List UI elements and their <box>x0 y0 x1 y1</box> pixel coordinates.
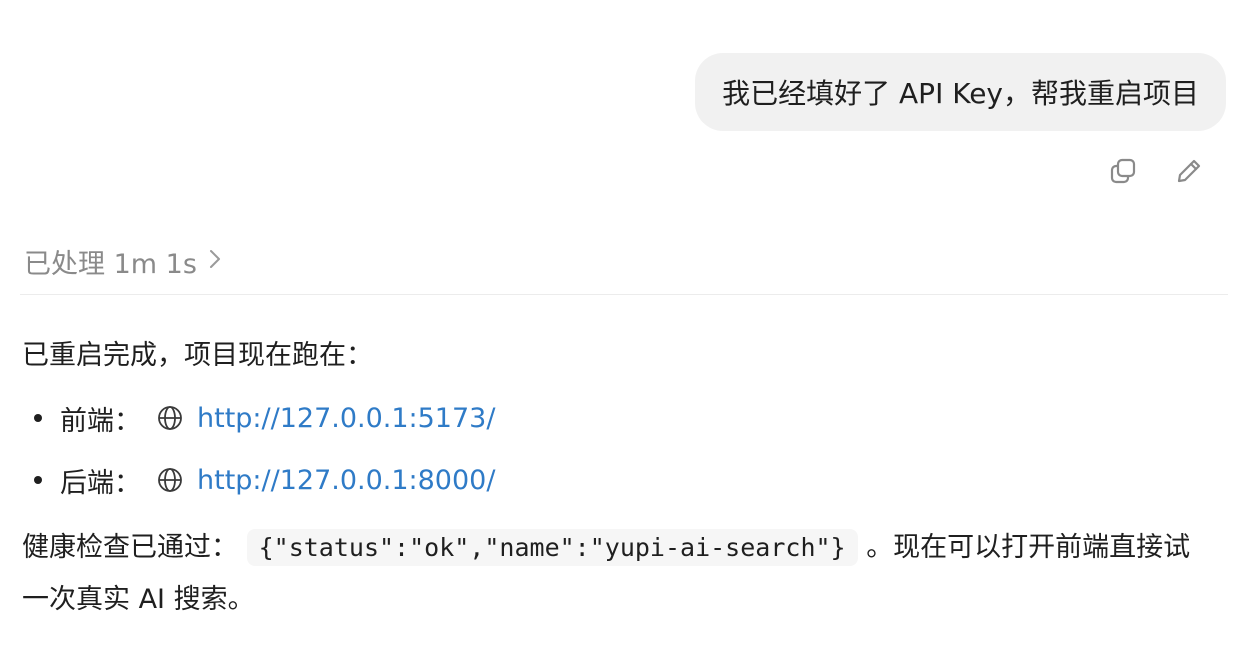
frontend-label: 前端： <box>60 405 141 437</box>
processed-toggle[interactable]: 已处理 1m 1s <box>24 242 223 281</box>
assistant-intro: 已重启完成，项目现在跑在： <box>22 340 373 371</box>
user-message-text: 我已经填好了 API Key，帮我重启项目 <box>722 77 1199 110</box>
bullet-dot <box>34 414 42 422</box>
globe-icon <box>157 467 183 493</box>
assistant-message: 已重启完成，项目现在跑在： 前端： http://127.0.0.1:5173/… <box>22 334 1222 626</box>
list-item: 后端： http://127.0.0.1:8000/ <box>22 458 1222 502</box>
user-message-bubble: 我已经填好了 API Key，帮我重启项目 <box>695 53 1226 131</box>
backend-label: 后端： <box>60 467 141 499</box>
frontend-link[interactable]: http://127.0.0.1:5173/ <box>197 403 495 434</box>
divider <box>20 294 1228 295</box>
health-code: {"status":"ok","name":"yupi-ai-search"} <box>246 529 858 566</box>
backend-link[interactable]: http://127.0.0.1:8000/ <box>197 465 495 496</box>
list-item: 前端： http://127.0.0.1:5173/ <box>22 396 1222 440</box>
edit-icon <box>1175 157 1203 185</box>
health-check-text: 健康检查已通过： {"status":"ok","name":"yupi-ai-… <box>22 522 1217 626</box>
copy-button[interactable] <box>1108 156 1138 186</box>
chevron-right-icon <box>207 246 223 277</box>
globe-icon <box>157 405 183 431</box>
copy-icon <box>1109 157 1137 185</box>
message-actions <box>1108 156 1204 186</box>
chat-page: 我已经填好了 API Key，帮我重启项目 已处理 1m 1s 已重启完成，项目… <box>0 0 1242 648</box>
bullet-dot <box>34 476 42 484</box>
edit-button[interactable] <box>1174 156 1204 186</box>
health-prefix: 健康检查已通过： <box>22 532 238 563</box>
processed-label: 已处理 1m 1s <box>24 249 197 280</box>
link-list: 前端： http://127.0.0.1:5173/ 后端： http://12… <box>22 396 1222 502</box>
